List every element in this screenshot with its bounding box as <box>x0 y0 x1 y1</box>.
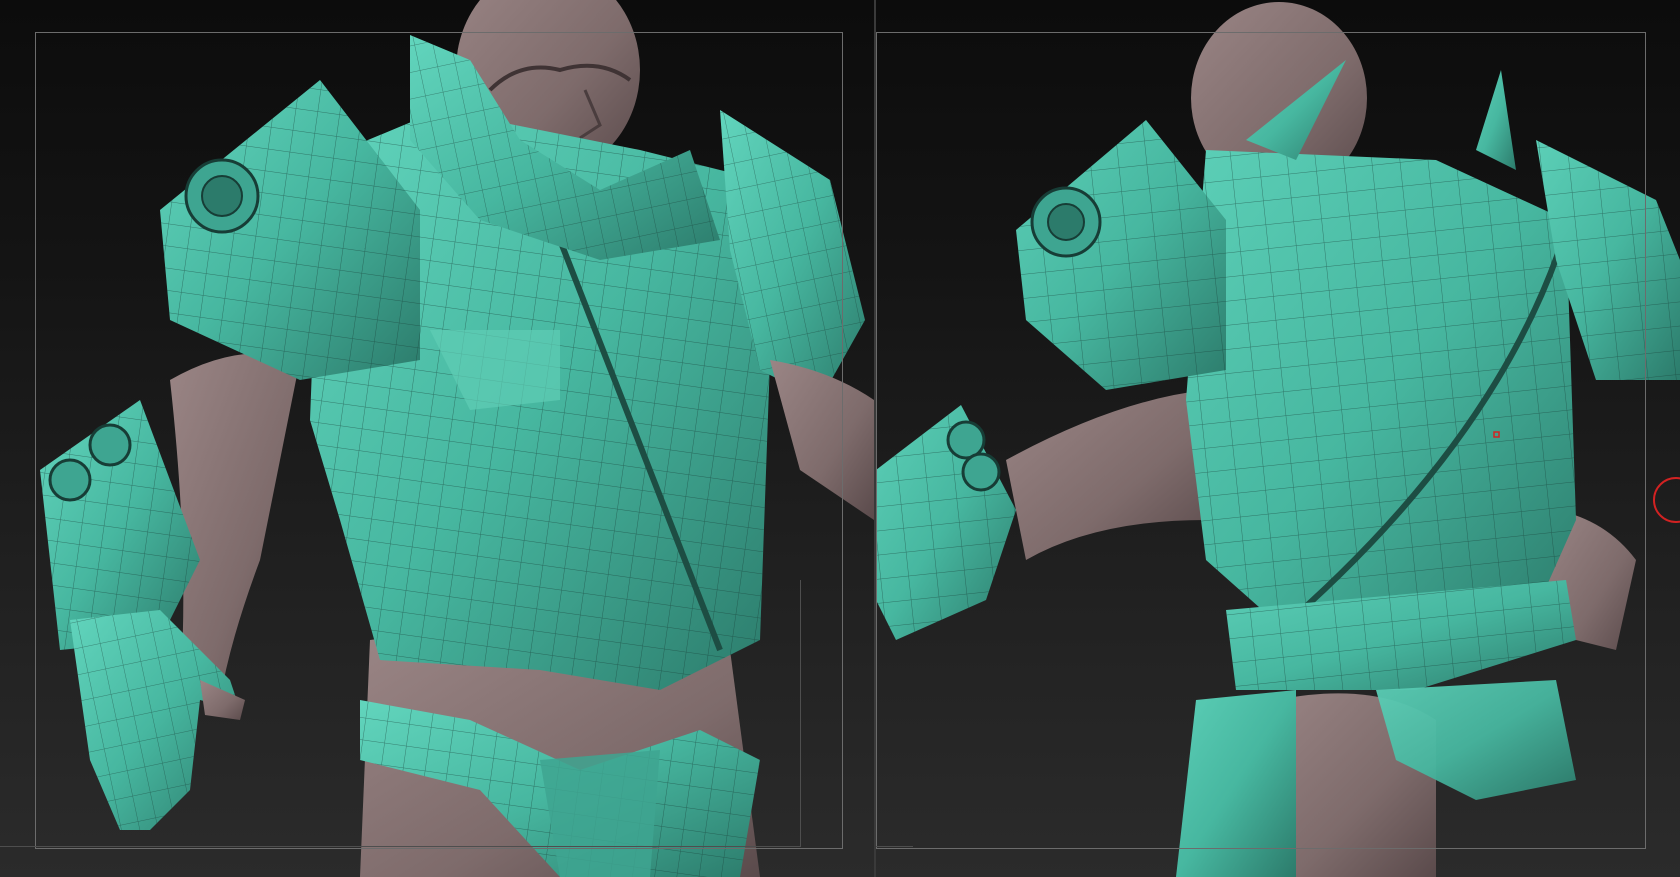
viewport-front[interactable] <box>0 0 874 877</box>
shoulder-pad-left-front <box>160 80 420 380</box>
brush-cursor-icon[interactable] <box>1653 477 1680 523</box>
back-armor <box>1186 150 1576 653</box>
shoulder-pad-left-back <box>1016 120 1226 390</box>
viewport-back[interactable] <box>876 0 1680 877</box>
pouch-back <box>1176 690 1296 877</box>
model-back-render <box>876 2 1680 877</box>
arm-skin-back <box>1006 390 1206 560</box>
zbrush-canvas[interactable] <box>0 0 1680 877</box>
spike-back-right <box>1476 70 1516 170</box>
model-front-render <box>40 0 874 877</box>
arm-skin-right-front <box>770 360 874 520</box>
gauntlet-back <box>876 405 1016 640</box>
